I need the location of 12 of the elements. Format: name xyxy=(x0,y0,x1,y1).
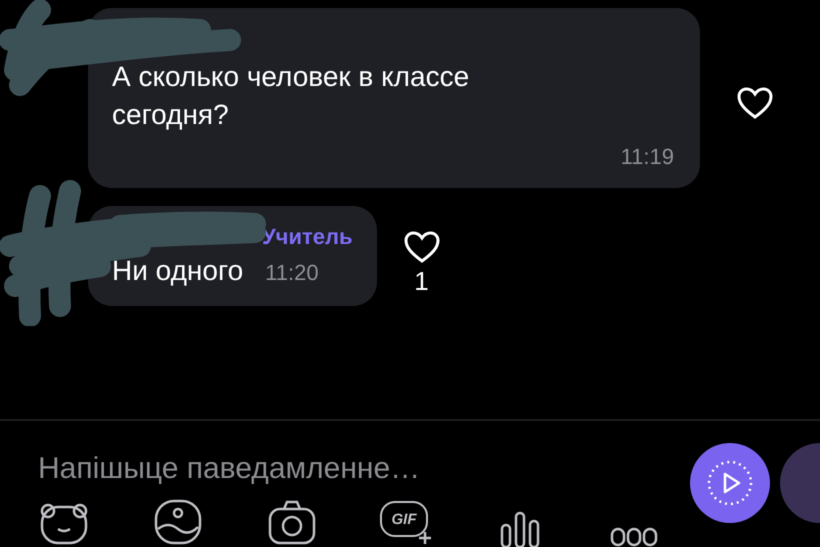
heart-icon[interactable] xyxy=(736,86,774,120)
gif-button[interactable]: GIF xyxy=(380,501,428,537)
message-time: 11:19 xyxy=(620,144,674,170)
message-text: Ни одного xyxy=(112,254,244,288)
heart-icon[interactable] xyxy=(402,230,440,264)
plus-icon xyxy=(418,531,432,545)
sender-role: Учитель xyxy=(261,224,352,250)
message-text: А сколько человек в классе сегодня? xyxy=(112,60,470,132)
message-input[interactable]: Напішыце паведамленне… xyxy=(38,447,690,491)
message-time: 11:20 xyxy=(265,260,319,286)
play-icon xyxy=(705,458,755,508)
like-count: 1 xyxy=(414,266,429,297)
